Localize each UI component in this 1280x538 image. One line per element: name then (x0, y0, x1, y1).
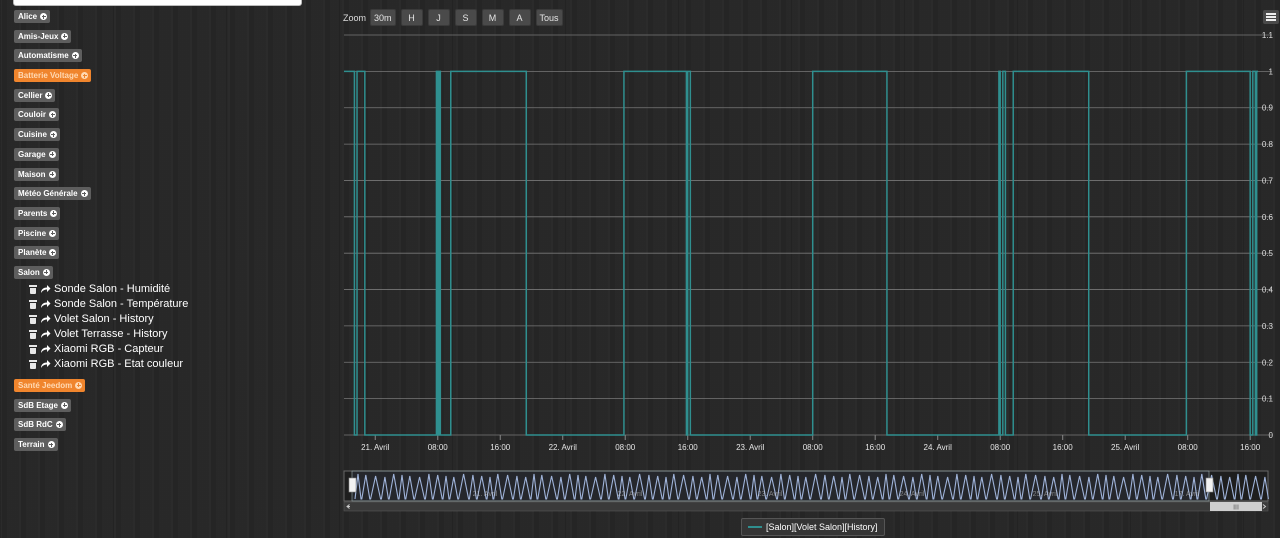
navigator-handle[interactable] (348, 477, 357, 493)
y-tick-label: 0.1 (1262, 395, 1274, 404)
y-tick-label: 0.3 (1262, 322, 1274, 331)
legend-label: [Salon][Volet Salon][History] (766, 522, 878, 532)
navigator[interactable]: 21. Avril 22. Avril 23. Avril 24. Avril 25. … (343, 470, 1269, 512)
x-tick-label: 08:00 (1178, 443, 1199, 452)
zoom-button-s[interactable]: S (454, 9, 477, 26)
scrollbar-grip: III (1233, 505, 1239, 512)
zoom-button-a[interactable]: A (508, 9, 531, 26)
y-tick-label: 0.7 (1262, 176, 1274, 185)
zoom-button-j[interactable]: J (427, 9, 450, 26)
x-tick-label: 08:00 (615, 443, 636, 452)
x-tick-label: 25. Avril (1111, 443, 1140, 452)
x-tick-label: 24. Avril (924, 443, 953, 452)
navigator-label: 24. Avril (900, 491, 925, 498)
y-tick-label: 0.8 (1262, 140, 1274, 149)
x-axis: 21. Avril 08:00 16:00 22. Avril 08:00 16:00 23… (361, 435, 1261, 452)
x-tick-label: 08:00 (990, 443, 1011, 452)
navigator-label: 23. Avril (758, 491, 783, 498)
y-axis: 0 0.1 0.2 0.3 0.4 0.5 0.6 0.7 0.8 0.9 1 1.1 (1262, 31, 1274, 440)
x-tick-label: 16:00 (865, 443, 886, 452)
y-tick-label: 0.2 (1262, 358, 1274, 367)
zoom-label: Zoom (343, 12, 367, 23)
x-tick-label: 22. Avril (549, 443, 578, 452)
y-tick-label: 1 (1269, 67, 1274, 76)
legend-item[interactable]: [Salon][Volet Salon][History] (741, 518, 885, 536)
x-tick-label: 23. Avril (736, 443, 765, 452)
y-tick-label: 0.9 (1262, 104, 1274, 113)
x-tick-label: 16:00 (1240, 443, 1261, 452)
zoom-button-m[interactable]: M (481, 9, 504, 26)
y-tick-label: 0 (1269, 431, 1274, 440)
x-tick-label: 16:00 (1053, 443, 1074, 452)
navigator-label: 22. Avril (618, 491, 643, 498)
x-tick-label: 08:00 (428, 443, 449, 452)
legend-swatch (748, 526, 762, 528)
x-tick-label: 16:00 (490, 443, 511, 452)
navigator-label: 21. Avril (473, 491, 498, 498)
scrollbar-track[interactable] (343, 501, 1269, 512)
zoom-button-h[interactable]: H (400, 9, 423, 26)
hamburger-icon[interactable] (1263, 10, 1279, 24)
navigator-handle[interactable] (1205, 477, 1214, 493)
navigator-label: 17. Avril (1175, 491, 1200, 498)
history-chart: 0 0.1 0.2 0.3 0.4 0.5 0.6 0.7 0.8 0.9 1 1.1 21. Avr… (343, 31, 1274, 512)
y-tick-label: 0.4 (1262, 286, 1274, 295)
y-tick-label: 0.6 (1262, 213, 1274, 222)
zoom-toolbar: Zoom 30m H J S M A Tous (343, 9, 568, 26)
x-tick-label: 08:00 (803, 443, 824, 452)
zoom-button-tous[interactable]: Tous (535, 9, 563, 26)
y-tick-label: 1.1 (1262, 31, 1274, 40)
gridlines (344, 34, 1272, 436)
x-tick-label: 16:00 (678, 443, 699, 452)
y-tick-label: 0.5 (1262, 249, 1274, 258)
navigator-label: 25. Avril (1033, 491, 1058, 498)
x-tick-label: 21. Avril (361, 443, 390, 452)
zoom-button-30m[interactable]: 30m (370, 9, 396, 26)
